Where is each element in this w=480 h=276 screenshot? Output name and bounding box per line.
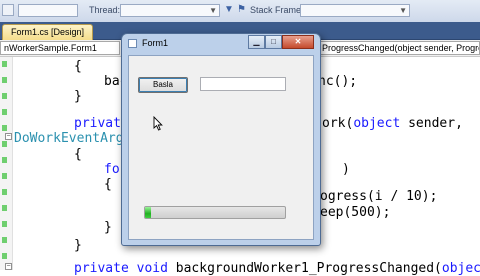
toolbar-button[interactable] [2,4,14,16]
window-icon [128,39,137,48]
code-line: DoWorkEventArgs [14,131,131,146]
flag-icon[interactable]: ⚑ [237,4,246,15]
collapse-icon[interactable]: − [5,263,12,270]
code-text: } [74,89,82,104]
code-text: ork( [322,116,354,131]
code-text: eep(500); [320,205,391,220]
change-marker [2,61,7,67]
change-marker [2,141,7,147]
window-titlebar[interactable]: Form1 ▁ □ ✕ [122,34,320,54]
code-line: nc(); [318,74,357,89]
code-line: private void backgroundWorker1_ProgressC… [74,261,480,276]
chevron-down-icon: ▼ [399,6,407,15]
filter-icon[interactable]: ▼ [224,4,234,15]
code-line: { [104,177,112,192]
stack-frame-label: Stack Frame: [250,5,304,15]
keyword-text: void [136,261,168,276]
chevron-down-icon: ▼ [209,6,217,15]
code-line: } [74,238,82,253]
code-text: ) [342,162,350,177]
code-line: } [74,89,82,104]
class-combo[interactable]: nWorkerSample.Form1 [0,41,120,55]
change-marker [2,157,7,163]
close-icon: ✕ [294,37,302,46]
code-text: } [104,220,112,235]
code-text: { [104,177,112,192]
window-title: Form1 [142,38,169,48]
type-text: DoWorkEventArgs [14,131,132,146]
code-text: nc(); [318,74,358,89]
change-marker [2,77,7,83]
code-text: ogress(i / 10); [320,189,438,204]
code-line: ) [342,162,350,177]
keyword-text: object [441,261,480,276]
code-line: ogress(i / 10); [320,189,437,204]
form-client-area: Basla [128,55,314,240]
change-marker [2,221,7,227]
start-button[interactable]: Basla [138,77,188,93]
code-text: sender, [400,116,463,131]
stack-frame-combo[interactable]: ▼ [300,4,410,17]
change-marker [2,237,7,243]
change-marker [2,253,7,259]
code-text: { [74,147,82,162]
change-marker [2,125,7,131]
change-marker [2,189,7,195]
keyword-text: private [74,261,129,276]
debug-toolbar: Thread: ▼ ▼ ⚑ Stack Frame: ▼ [0,0,480,23]
form1-window[interactable]: Form1 ▁ □ ✕ Basla [121,33,321,246]
change-marker [2,93,7,99]
status-textbox[interactable] [200,77,286,91]
collapse-icon[interactable]: − [5,133,12,140]
change-marker [2,205,7,211]
change-marker [2,173,7,179]
code-line: ork(object sender, [322,116,463,131]
editor-gutter [0,57,13,270]
code-text: { [74,59,82,74]
code-text: } [74,238,82,253]
member-combo[interactable]: ProgressChanged(object sender, ProgressC… [318,41,480,55]
progress-bar [144,206,286,219]
thread-combo[interactable]: ▼ [120,4,220,17]
process-combo[interactable] [18,4,78,17]
minimize-icon: ▁ [253,37,260,46]
progress-fill [145,207,151,218]
close-button[interactable]: ✕ [282,35,314,49]
keyword-text: object [353,116,401,131]
code-line: { [74,59,82,74]
code-text: backgroundWorker1_ProgressChanged( [167,261,442,276]
maximize-button[interactable]: □ [265,35,282,49]
code-line: } [104,220,112,235]
thread-label: Thread: [89,5,121,15]
tab-form1-design[interactable]: Form1.cs [Design] [2,24,94,40]
minimize-button[interactable]: ▁ [248,35,265,49]
code-line: eep(500); [320,205,390,220]
code-line: { [74,147,82,162]
maximize-icon: □ [271,37,276,46]
mouse-cursor-icon [153,116,163,131]
change-marker [2,109,7,115]
